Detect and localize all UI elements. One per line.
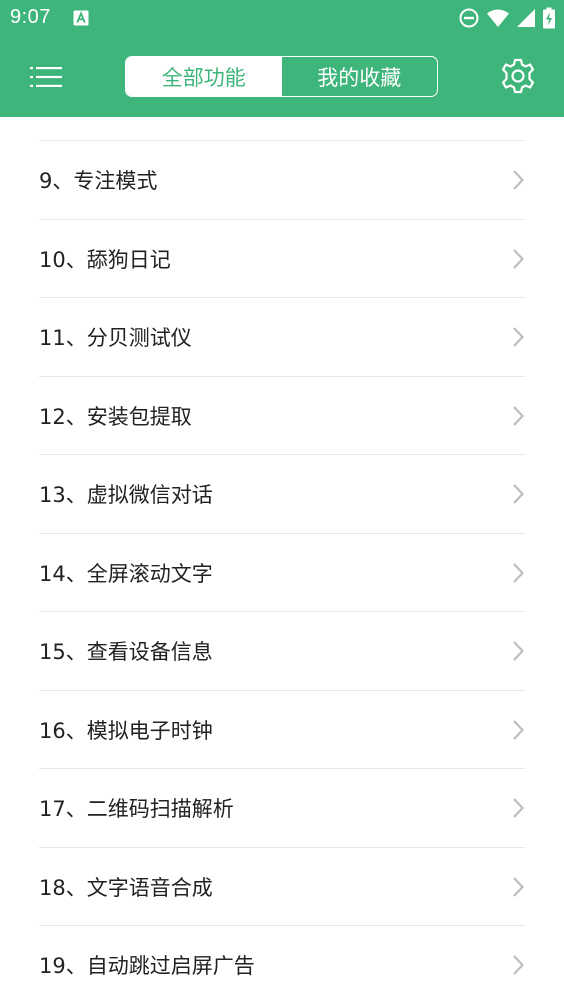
- list-item-label: 11、分贝测试仪: [39, 326, 192, 351]
- list-item-label: 9、专注模式: [39, 169, 158, 194]
- list-item-label: 10、舔狗日记: [39, 247, 171, 272]
- list-item-label: 13、虚拟微信对话: [39, 483, 213, 508]
- chevron-right-icon: [513, 327, 525, 348]
- list-item[interactable]: 12、安装包提取: [0, 377, 564, 455]
- notification-a-icon: [73, 10, 89, 26]
- list-item-label: 15、查看设备信息: [39, 640, 213, 665]
- status-time: 9:07: [10, 6, 51, 28]
- signal-icon: [517, 9, 535, 27]
- status-icons: [458, 6, 556, 30]
- chevron-right-icon: [513, 641, 525, 662]
- tab-all-functions[interactable]: 全部功能: [126, 57, 282, 96]
- list-rows: 9、专注模式 10、舔狗日记 11、分贝测试仪 12、安装包提取 13、虚拟微信: [0, 141, 564, 1004]
- chevron-right-icon: [513, 170, 525, 191]
- gear-icon[interactable]: [498, 56, 538, 96]
- menu-list-icon[interactable]: [22, 57, 70, 97]
- list-item[interactable]: 17、二维码扫描解析: [0, 769, 564, 848]
- list-item[interactable]: 14、全屏滚动文字: [0, 534, 564, 612]
- status-bar: 9:07: [0, 0, 564, 36]
- tab-my-favorites[interactable]: 我的收藏: [282, 57, 438, 96]
- chevron-right-icon: [513, 405, 525, 426]
- list-item[interactable]: 19、自动跳过启屏广告: [0, 926, 564, 1004]
- list-item[interactable]: 11、分贝测试仪: [0, 298, 564, 377]
- list-item-label: 19、自动跳过启屏广告: [39, 954, 255, 979]
- app-bar: 全部功能 我的收藏: [0, 36, 564, 117]
- chevron-right-icon: [513, 248, 525, 269]
- chevron-right-icon: [513, 562, 525, 583]
- function-list: 9、专注模式 10、舔狗日记 11、分贝测试仪 12、安装包提取 13、虚拟微信: [0, 117, 564, 1004]
- list-item[interactable]: 16、模拟电子时钟: [0, 691, 564, 769]
- list-item-label: 17、二维码扫描解析: [39, 797, 234, 822]
- tab-switcher: 全部功能 我的收藏: [125, 56, 438, 97]
- list-item[interactable]: 15、查看设备信息: [0, 612, 564, 691]
- list-item[interactable]: 10、舔狗日记: [0, 220, 564, 298]
- chevron-right-icon: [513, 955, 525, 976]
- list-item-label: 12、安装包提取: [39, 404, 192, 429]
- chevron-right-icon: [513, 484, 525, 505]
- chevron-right-icon: [513, 719, 525, 740]
- list-item[interactable]: 13、虚拟微信对话: [0, 455, 564, 534]
- list-item[interactable]: 18、文字语音合成: [0, 848, 564, 926]
- list-item-label: 18、文字语音合成: [39, 875, 213, 900]
- chevron-right-icon: [513, 798, 525, 819]
- do-not-disturb-icon: [459, 8, 479, 28]
- chevron-right-icon: [513, 876, 525, 897]
- app-screen: 9:07 全部功能 我的收藏 9、专注模式 10、舔狗日记 11、分贝测试仪 1…: [0, 0, 564, 1004]
- list-item-label: 16、模拟电子时钟: [39, 718, 213, 743]
- list-item-label: 14、全屏滚动文字: [39, 561, 213, 586]
- list-item[interactable]: 9、专注模式: [0, 141, 564, 220]
- battery-charging-icon: [543, 7, 555, 29]
- wifi-icon: [487, 9, 509, 27]
